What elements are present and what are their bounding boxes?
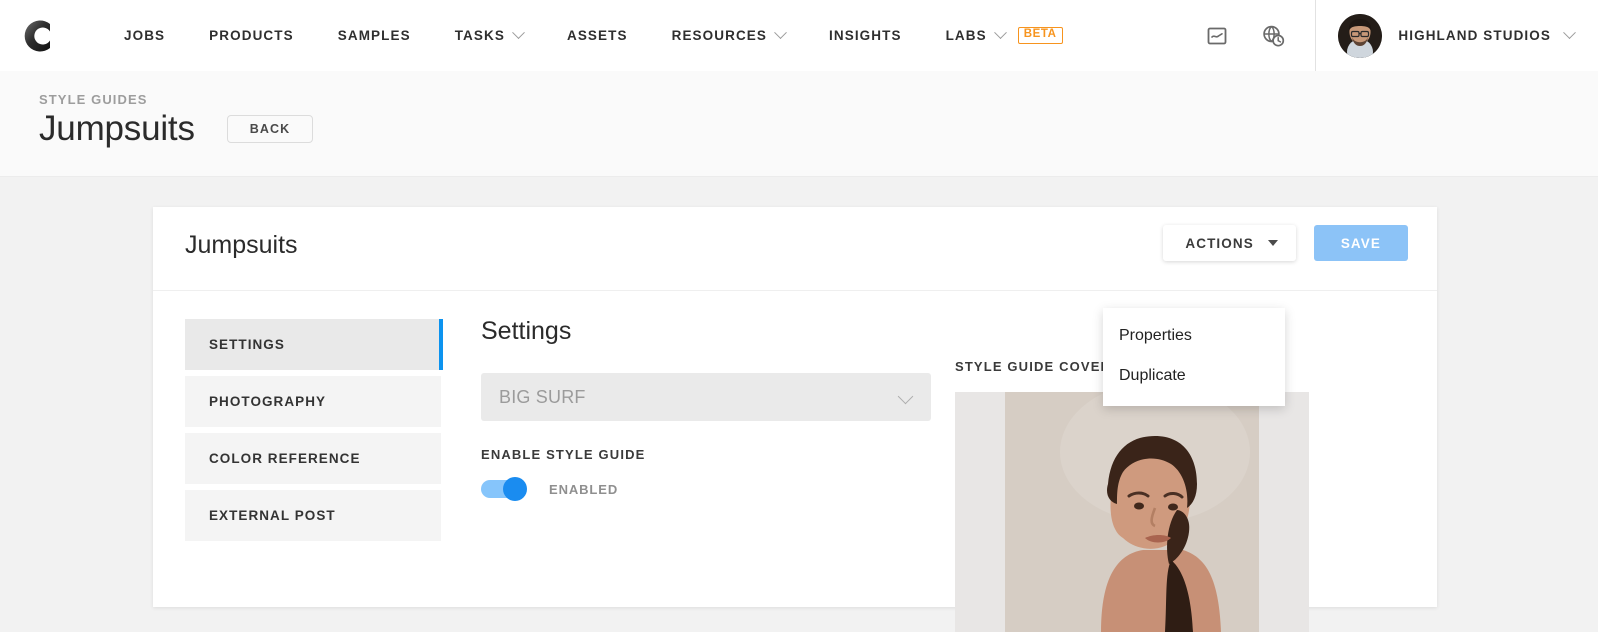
company-logo-icon bbox=[24, 20, 50, 51]
page-title-row: Jumpsuits BACK bbox=[39, 109, 314, 148]
chevron-down-icon bbox=[897, 388, 914, 405]
nav-right-cluster: HIGHLAND STUDIOS bbox=[1189, 0, 1598, 71]
avatar-image bbox=[1338, 13, 1383, 58]
nav-label: ASSETS bbox=[566, 28, 628, 43]
settings-heading: Settings bbox=[481, 317, 572, 345]
chevron-down-icon bbox=[512, 26, 525, 40]
page-body: Jumpsuits ACTIONS SAVE Properties Duplic… bbox=[0, 177, 1598, 632]
sidebar-item-label: SETTINGS bbox=[209, 337, 285, 352]
chevron-down-icon bbox=[993, 26, 1007, 40]
nav-label: LABS bbox=[945, 28, 987, 43]
page-title: Jumpsuits bbox=[39, 109, 195, 148]
nav-label: PRODUCTS bbox=[209, 28, 294, 43]
enable-style-guide-label: ENABLE STYLE GUIDE bbox=[481, 447, 646, 462]
inbox-icon-button[interactable] bbox=[1189, 0, 1245, 71]
global-clock-icon-button[interactable] bbox=[1245, 0, 1301, 71]
card-title: Jumpsuits bbox=[185, 231, 298, 259]
nav-item-tasks[interactable]: TASKS bbox=[433, 0, 545, 71]
nav-item-samples[interactable]: SAMPLES bbox=[316, 0, 433, 71]
page-header: STYLE GUIDES Jumpsuits BACK bbox=[0, 71, 1598, 177]
enable-style-guide-toggle[interactable] bbox=[481, 477, 527, 501]
nav-label: SAMPLES bbox=[337, 28, 411, 43]
toggle-state-label: ENABLED bbox=[549, 481, 619, 497]
actions-button-label: ACTIONS bbox=[1185, 235, 1254, 251]
style-guide-card: Jumpsuits ACTIONS SAVE Properties Duplic… bbox=[153, 207, 1437, 632]
sidebar-item-settings[interactable]: SETTINGS bbox=[185, 319, 443, 370]
inbox-icon bbox=[1207, 27, 1227, 44]
nav-item-insights[interactable]: INSIGHTS bbox=[807, 0, 924, 71]
style-guide-sidebar: SETTINGS PHOTOGRAPHY COLOR REFERENCE EXT… bbox=[185, 317, 443, 632]
globe-clock-icon bbox=[1263, 25, 1285, 47]
card-header: Jumpsuits ACTIONS SAVE bbox=[153, 207, 1437, 291]
toggle-knob bbox=[503, 477, 527, 501]
actions-dropdown-button[interactable]: ACTIONS bbox=[1163, 225, 1296, 261]
sidebar-item-color-reference[interactable]: COLOR REFERENCE bbox=[185, 433, 441, 484]
nav-label: INSIGHTS bbox=[829, 28, 902, 43]
sidebar-item-label: COLOR REFERENCE bbox=[209, 451, 361, 466]
account-menu-button[interactable]: HIGHLAND STUDIOS bbox=[1320, 0, 1598, 71]
enable-style-guide-row: ENABLED bbox=[481, 477, 931, 501]
nav-label: RESOURCES bbox=[671, 28, 768, 43]
settings-pane: Settings BIG SURF ENABLE STYLE GUIDE ENA… bbox=[441, 317, 941, 632]
back-button[interactable]: BACK bbox=[226, 114, 314, 143]
beta-badge: BETA bbox=[1017, 27, 1063, 44]
nav-item-labs[interactable]: LABS BETA bbox=[924, 0, 1085, 71]
caret-down-icon bbox=[1267, 240, 1278, 246]
sidebar-item-external-post[interactable]: EXTERNAL POST bbox=[185, 490, 441, 541]
chevron-down-icon bbox=[774, 26, 787, 40]
model-portrait-image bbox=[1005, 392, 1259, 632]
avatar bbox=[1338, 13, 1383, 58]
cover-photo bbox=[1005, 392, 1259, 632]
card-action-buttons: ACTIONS SAVE bbox=[1163, 225, 1408, 261]
nav-label: TASKS bbox=[454, 28, 505, 43]
menu-item-duplicate[interactable]: Duplicate bbox=[1103, 356, 1285, 396]
select-value: BIG SURF bbox=[499, 386, 586, 407]
chevron-down-icon bbox=[1563, 26, 1576, 40]
nav-label: JOBS bbox=[124, 28, 166, 43]
nav-item-assets[interactable]: ASSETS bbox=[545, 0, 650, 71]
sidebar-item-label: PHOTOGRAPHY bbox=[209, 394, 327, 409]
account-name: HIGHLAND STUDIOS bbox=[1398, 28, 1551, 43]
sidebar-item-label: EXTERNAL POST bbox=[209, 508, 336, 523]
nav-item-resources[interactable]: RESOURCES bbox=[650, 0, 807, 71]
style-guide-cover-image[interactable] bbox=[955, 392, 1309, 632]
breadcrumb: STYLE GUIDES bbox=[39, 92, 148, 107]
top-navigation-bar: JOBS PRODUCTS SAMPLES TASKS ASSETS RESOU… bbox=[0, 0, 1598, 71]
nav-divider bbox=[1315, 0, 1317, 71]
nav-item-products[interactable]: PRODUCTS bbox=[187, 0, 316, 71]
sidebar-item-photography[interactable]: PHOTOGRAPHY bbox=[185, 376, 441, 427]
style-guide-select[interactable]: BIG SURF bbox=[481, 373, 931, 421]
save-button[interactable]: SAVE bbox=[1313, 225, 1408, 261]
menu-item-properties[interactable]: Properties bbox=[1103, 316, 1285, 356]
logo-home-link[interactable] bbox=[0, 0, 72, 71]
actions-dropdown-menu: Properties Duplicate bbox=[1103, 308, 1285, 406]
nav-item-jobs[interactable]: JOBS bbox=[102, 0, 187, 71]
main-menu: JOBS PRODUCTS SAMPLES TASKS ASSETS RESOU… bbox=[102, 0, 1085, 71]
